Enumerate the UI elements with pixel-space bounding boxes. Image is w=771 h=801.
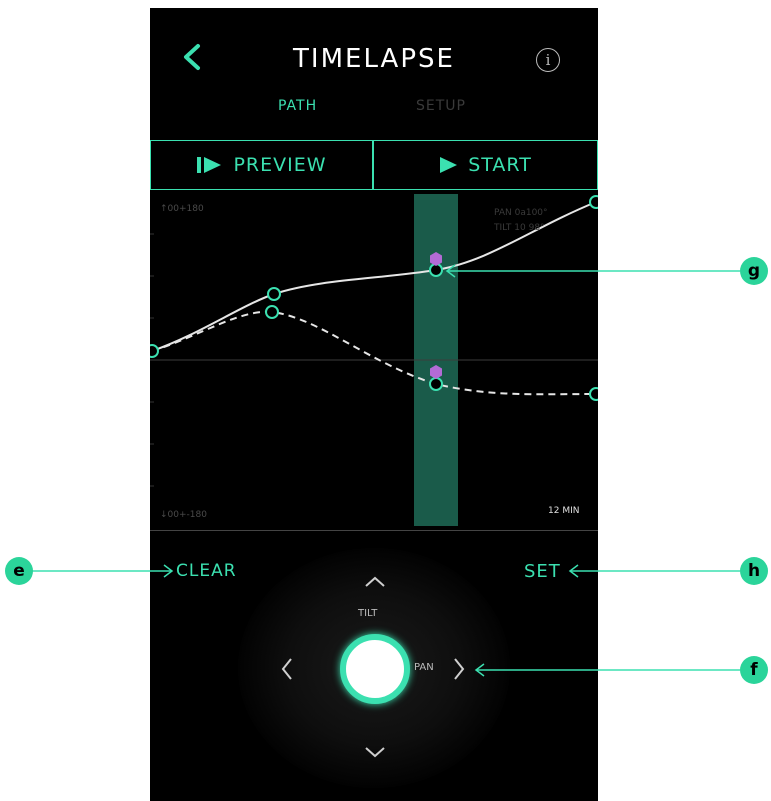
graph-bottom-range-label: ↓00+-180: [160, 510, 207, 520]
keyframe-point: [429, 377, 443, 391]
clear-button[interactable]: CLEAR: [176, 561, 237, 581]
duration-label: 12 MIN: [548, 506, 580, 516]
info-icon[interactable]: i: [536, 48, 560, 72]
keyframe-point: [267, 287, 281, 301]
keyframe-point: [265, 305, 279, 319]
start-label: START: [468, 154, 532, 176]
position-readout: PAN 0a100° TILT 10 98°: [494, 206, 548, 236]
callout-badge-g: g: [740, 257, 768, 285]
callout-badge-e: e: [5, 557, 33, 585]
pan-right-chevron-icon[interactable]: [452, 656, 466, 682]
action-button-row: PREVIEW START: [150, 140, 598, 192]
tilt-up-chevron-icon[interactable]: [363, 574, 387, 590]
keyframe-point: [589, 387, 598, 401]
tilt-readout: TILT 10 98°: [494, 223, 545, 233]
graph-top-range-label: ↑00+180: [160, 204, 204, 214]
tilt-down-chevron-icon[interactable]: [363, 744, 387, 760]
pan-left-chevron-icon[interactable]: [280, 656, 294, 682]
start-play-icon: [440, 157, 458, 173]
preview-button[interactable]: PREVIEW: [150, 140, 374, 190]
page-title: TIMELAPSE: [293, 44, 455, 74]
joystick-knob[interactable]: [340, 634, 410, 704]
keyframe-point: [589, 195, 598, 209]
keyframe-point: [150, 344, 159, 358]
divider: [150, 530, 598, 531]
pan-label: PAN: [414, 662, 434, 673]
callout-badge-f: f: [740, 656, 768, 684]
tilt-label: TILT: [358, 608, 378, 619]
phone-screen: TIMELAPSE i PATH SETUP PREVIEW START ↑00…: [150, 8, 598, 801]
tab-path[interactable]: PATH: [278, 98, 317, 114]
preview-play-icon: [197, 157, 222, 173]
start-button[interactable]: START: [372, 140, 598, 190]
timelapse-path-graph[interactable]: [150, 194, 598, 530]
set-button[interactable]: SET: [524, 561, 561, 582]
callout-badge-h: h: [740, 557, 768, 585]
preview-label: PREVIEW: [233, 154, 327, 176]
tab-setup[interactable]: SETUP: [416, 98, 466, 114]
tilt-curve: [151, 310, 597, 396]
pan-readout: PAN 0a100°: [494, 208, 548, 218]
